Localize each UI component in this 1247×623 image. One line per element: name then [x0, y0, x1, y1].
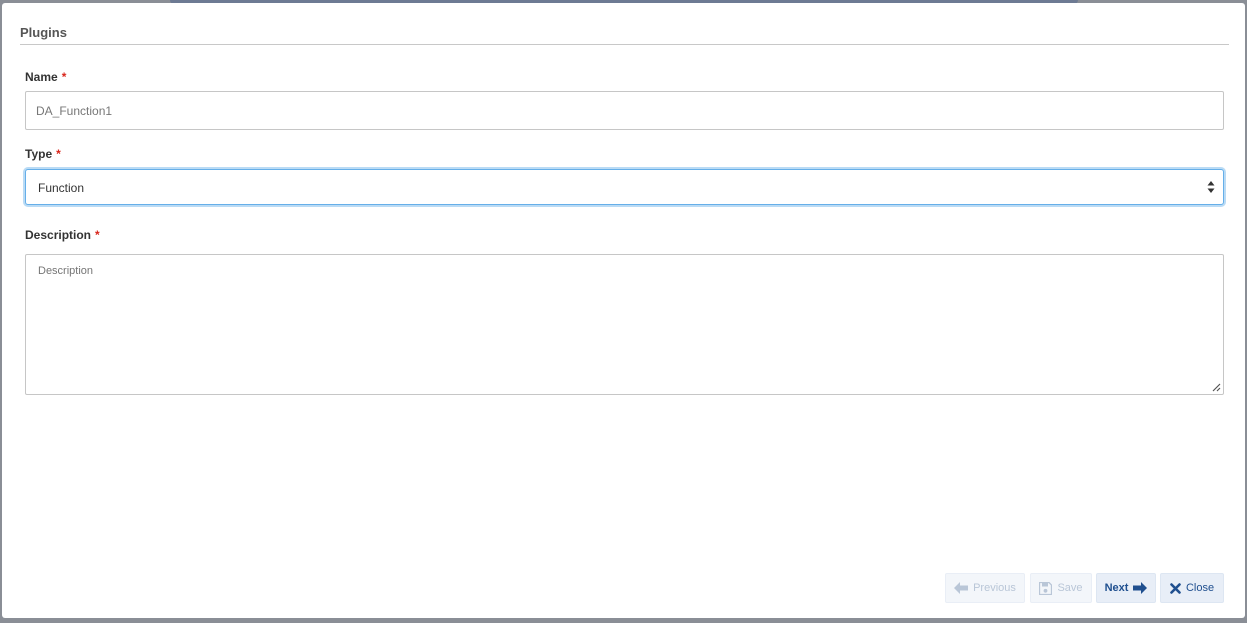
- title-divider: [20, 44, 1229, 45]
- arrow-right-icon: [1133, 582, 1148, 594]
- sort-updown-icon: [1207, 181, 1215, 193]
- floppy-disk-icon: [1039, 581, 1053, 595]
- arrow-left-icon: [954, 582, 969, 594]
- previous-button[interactable]: Previous: [945, 573, 1025, 603]
- type-label: Type *: [25, 147, 61, 161]
- close-button[interactable]: Close: [1160, 573, 1224, 603]
- description-required-mark: *: [95, 228, 100, 242]
- close-button-label: Close: [1185, 582, 1215, 594]
- save-button-label: Save: [1057, 582, 1083, 594]
- name-required-mark: *: [61, 70, 67, 84]
- resize-grip-icon[interactable]: [1211, 382, 1221, 392]
- description-textarea[interactable]: [25, 254, 1224, 395]
- plugins-dialog: Plugins Name* Type* Function Description…: [2, 3, 1245, 618]
- type-required-mark: *: [56, 147, 61, 161]
- next-button[interactable]: Next: [1096, 573, 1156, 603]
- description-label: Description *: [25, 228, 100, 242]
- save-button[interactable]: Save: [1030, 573, 1092, 603]
- name-input[interactable]: [25, 91, 1224, 130]
- description-label-text: Description: [25, 228, 92, 242]
- name-label-text: Name: [25, 70, 58, 84]
- x-icon: [1170, 582, 1181, 594]
- next-button-label: Next: [1104, 582, 1129, 594]
- type-select[interactable]: Function: [25, 169, 1224, 205]
- dialog-title: Plugins: [20, 25, 67, 40]
- type-label-text: Type: [25, 147, 53, 161]
- name-label: Name *: [25, 70, 66, 84]
- type-select-value: Function: [38, 181, 85, 195]
- previous-button-label: Previous: [973, 582, 1016, 594]
